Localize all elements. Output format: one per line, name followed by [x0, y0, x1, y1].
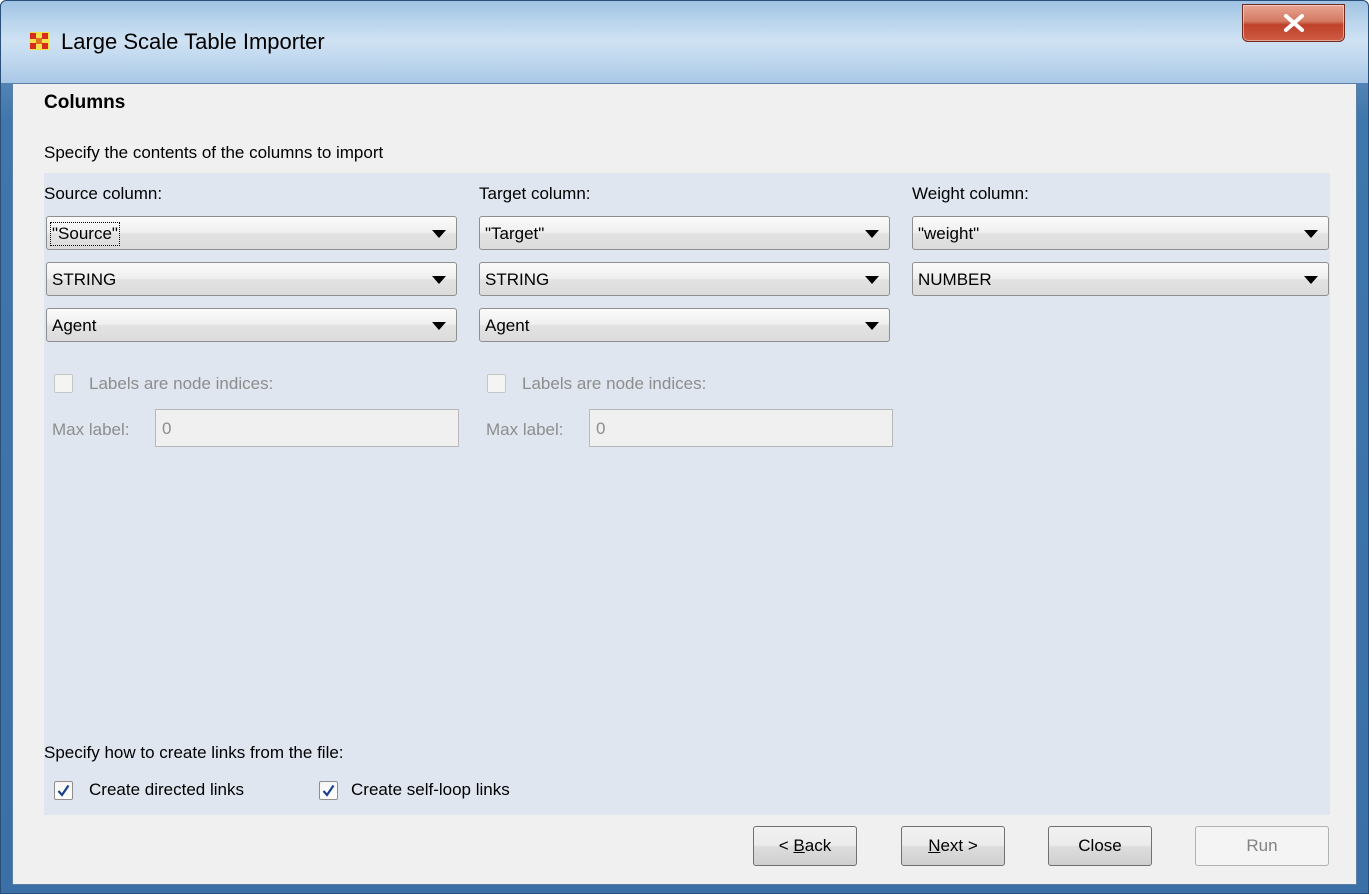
target-type-value: STRING	[485, 270, 550, 289]
next-rest: ext >	[940, 836, 978, 855]
directed-links-checkbox[interactable]	[54, 781, 73, 800]
source-labels-label: Labels are node indices:	[89, 374, 274, 393]
weight-type-select[interactable]: NUMBER	[912, 262, 1329, 296]
dialog-content: Columns Specify the contents of the colu…	[12, 83, 1357, 885]
links-prompt: Specify how to create links from the fil…	[44, 743, 344, 762]
checkmark-icon	[322, 784, 335, 797]
page-description: Specify the contents of the columns to i…	[44, 143, 384, 162]
source-nodeclass-value: Agent	[52, 316, 97, 335]
run-button[interactable]: Run	[1195, 826, 1329, 866]
source-max-label-label: Max label:	[52, 420, 130, 439]
target-column-value: "Target"	[485, 224, 545, 243]
back-button[interactable]: < Back	[753, 826, 857, 866]
close-icon	[1284, 14, 1304, 32]
close-button-label: Close	[1078, 836, 1122, 855]
source-max-label-value: 0	[162, 419, 172, 438]
chevron-down-icon	[865, 230, 879, 238]
target-labels-checkbox[interactable]	[487, 374, 506, 393]
source-type-value: STRING	[52, 270, 117, 289]
chevron-down-icon	[432, 230, 446, 238]
source-column-select[interactable]: "Source"	[46, 216, 457, 250]
source-max-label-field[interactable]: 0	[155, 409, 459, 447]
chevron-down-icon	[865, 276, 879, 284]
target-labels-label: Labels are node indices:	[522, 374, 707, 393]
weight-type-value: NUMBER	[918, 270, 992, 289]
chevron-down-icon	[865, 322, 879, 330]
target-column-header: Target column:	[479, 184, 591, 203]
target-column-select[interactable]: "Target"	[479, 216, 890, 250]
chevron-down-icon	[432, 276, 446, 284]
run-button-label: Run	[1246, 836, 1278, 855]
self-loop-links-label: Create self-loop links	[351, 780, 510, 799]
target-max-label-label: Max label:	[486, 420, 564, 439]
chevron-down-icon	[1304, 230, 1318, 238]
self-loop-links-checkbox[interactable]	[319, 781, 338, 800]
source-column-value: "Source"	[50, 222, 120, 246]
window-title: Large Scale Table Importer	[61, 29, 325, 54]
source-type-select[interactable]: STRING	[46, 262, 457, 296]
chevron-down-icon	[432, 322, 446, 330]
source-column-header: Source column:	[44, 184, 163, 203]
weight-column-value: "weight"	[918, 224, 980, 243]
ora-network-icon	[29, 32, 49, 50]
next-button[interactable]: Next >	[901, 826, 1005, 866]
weight-column-header: Weight column:	[912, 184, 1029, 203]
target-max-label-value: 0	[596, 419, 606, 438]
dialog-window: Large Scale Table Importer Columns Speci…	[0, 0, 1369, 894]
source-labels-checkbox[interactable]	[54, 374, 73, 393]
target-nodeclass-select[interactable]: Agent	[479, 308, 890, 342]
window-close-button[interactable]	[1242, 4, 1345, 42]
back-mnemonic: B	[793, 836, 805, 855]
back-prefix: <	[778, 836, 794, 855]
back-rest: ack	[804, 836, 832, 855]
chevron-down-icon	[1304, 276, 1318, 284]
checkmark-icon	[57, 784, 70, 797]
source-nodeclass-select[interactable]: Agent	[46, 308, 457, 342]
close-button[interactable]: Close	[1048, 826, 1152, 866]
next-mnemonic: N	[928, 836, 941, 855]
weight-column-select[interactable]: "weight"	[912, 216, 1329, 250]
target-nodeclass-value: Agent	[485, 316, 530, 335]
title-bar: Large Scale Table Importer	[1, 1, 1368, 83]
target-type-select[interactable]: STRING	[479, 262, 890, 296]
directed-links-label: Create directed links	[89, 780, 244, 799]
target-max-label-field[interactable]: 0	[589, 409, 893, 447]
page-title: Columns	[44, 92, 126, 113]
